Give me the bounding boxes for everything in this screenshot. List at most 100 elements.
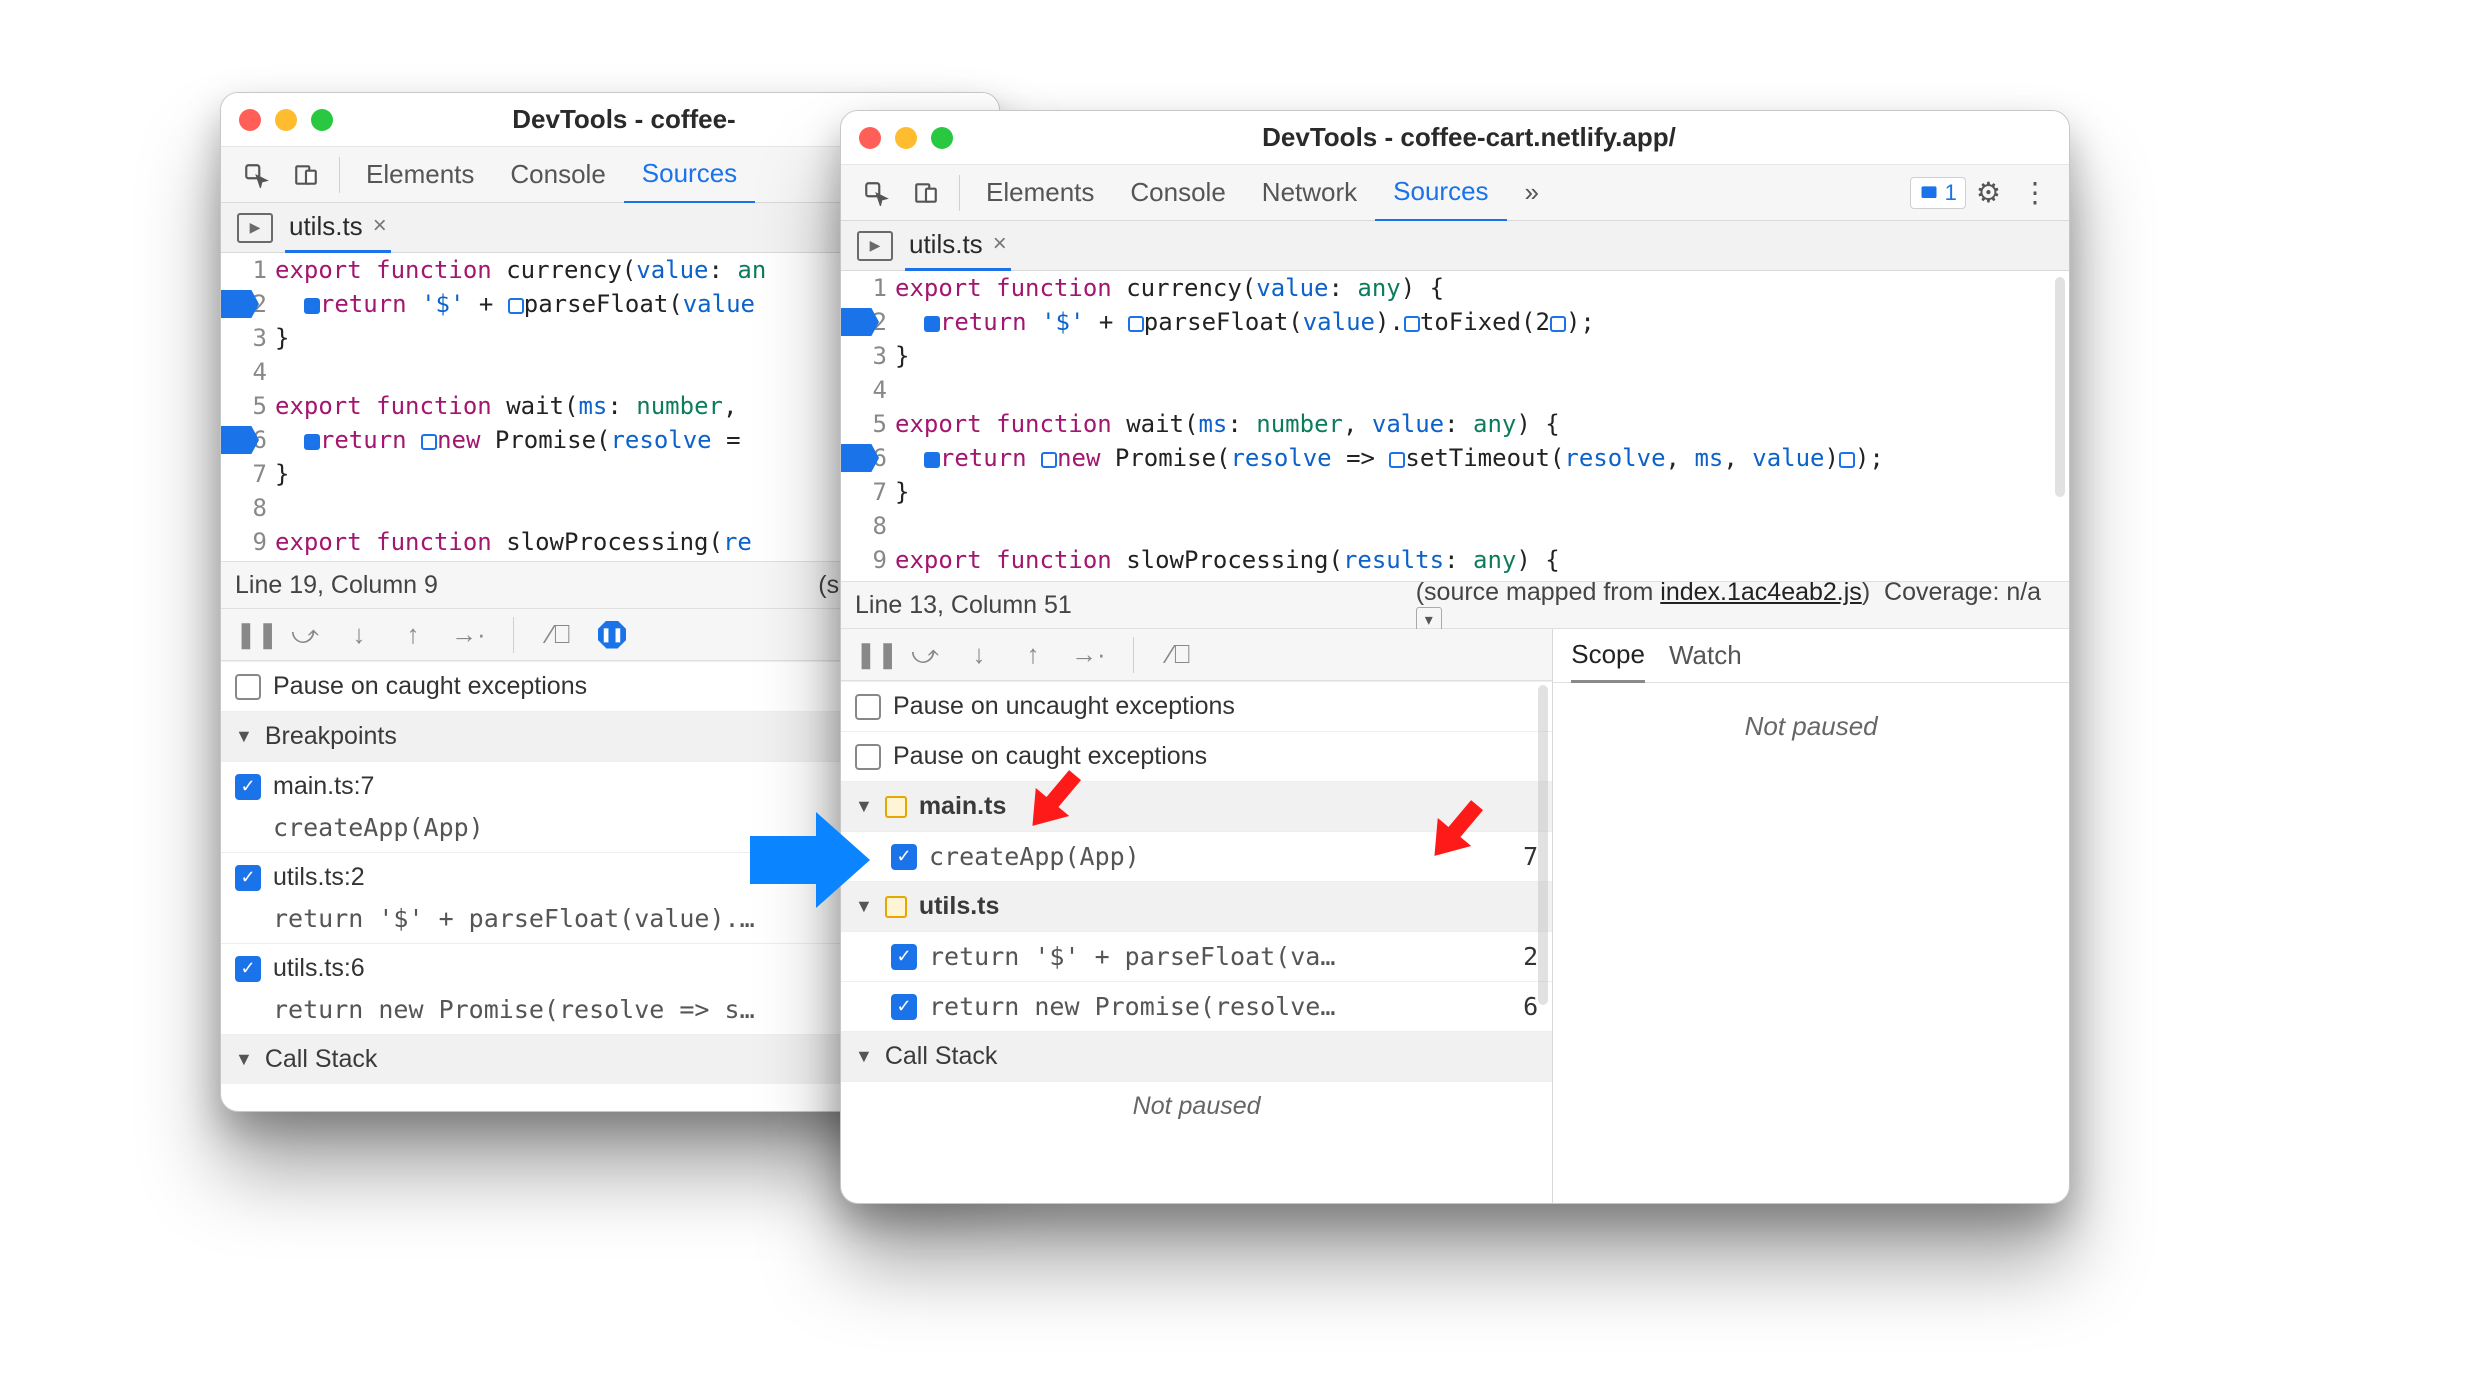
checkbox[interactable]: ✓ xyxy=(235,956,261,982)
breakpoint-flag[interactable] xyxy=(841,444,879,472)
titlebar: DevTools - coffee-cart.netlify.app/ xyxy=(841,111,2069,165)
pause-icon[interactable]: ❚❚ xyxy=(855,639,887,670)
more-menu-icon[interactable]: ⋮ xyxy=(2011,176,2059,209)
step-into-icon[interactable]: ↓ xyxy=(343,619,375,650)
editor-statusbar: Line 13, Column 51 (source mapped from i… xyxy=(841,581,2069,629)
file-tab-bar: ▶ utils.ts × xyxy=(841,221,2069,271)
line-number: 6 xyxy=(1523,992,1538,1021)
file-tab[interactable]: utils.ts × xyxy=(905,221,1011,271)
step-marker-icon xyxy=(1404,316,1420,332)
scope-empty: Not paused xyxy=(1553,683,2069,1203)
close-tab-icon[interactable]: × xyxy=(993,230,1007,258)
pause-caught-label: Pause on caught exceptions xyxy=(273,672,587,701)
tab-watch[interactable]: Watch xyxy=(1669,640,1742,671)
tab-scope[interactable]: Scope xyxy=(1571,629,1645,683)
inspect-icon[interactable] xyxy=(231,155,281,195)
step-marker-icon xyxy=(508,298,524,314)
sourcemap-info: (source mapped from index.1ac4eab2.js) C… xyxy=(1416,578,2055,633)
breakpoint-group-header[interactable]: ▼ utils.ts xyxy=(841,881,1552,931)
breakpoint-flag[interactable] xyxy=(221,426,259,454)
file-tab-label: utils.ts xyxy=(289,211,363,242)
callstack-empty: Not paused xyxy=(841,1081,1552,1131)
step-into-icon[interactable]: ↓ xyxy=(963,639,995,670)
tab-console[interactable]: Console xyxy=(492,147,623,202)
window-title: DevTools - coffee- xyxy=(333,104,915,135)
tab-sources[interactable]: Sources xyxy=(624,146,755,204)
issues-badge[interactable]: 1 xyxy=(1910,177,1966,209)
pause-caught-row[interactable]: Pause on caught exceptions xyxy=(841,731,1552,781)
deactivate-breakpoints-icon[interactable]: ⁄⃠ xyxy=(1164,639,1196,670)
step-out-icon[interactable]: ↑ xyxy=(397,619,429,650)
tab-sources[interactable]: Sources xyxy=(1375,164,1506,222)
annotation-arrow-blue xyxy=(750,800,870,920)
inspect-icon[interactable] xyxy=(851,173,901,213)
checkbox[interactable]: ✓ xyxy=(891,994,917,1020)
devtools-window-right: DevTools - coffee-cart.netlify.app/ Elem… xyxy=(840,110,2070,1204)
code-content: export function currency(value: any) { r… xyxy=(895,271,2063,577)
checkbox[interactable]: ✓ xyxy=(891,844,917,870)
scrollbar[interactable] xyxy=(1538,685,1548,1005)
snippets-icon[interactable]: ▶ xyxy=(237,213,273,243)
minimize-icon[interactable] xyxy=(275,109,297,131)
tab-overflow[interactable]: » xyxy=(1507,165,1557,220)
file-tab-label: utils.ts xyxy=(909,229,983,260)
tab-elements[interactable]: Elements xyxy=(968,165,1112,220)
scope-watch-tabs: Scope Watch xyxy=(1553,629,2069,683)
breakpoint-flag[interactable] xyxy=(841,308,879,336)
device-toggle-icon[interactable] xyxy=(901,173,951,213)
minimize-icon[interactable] xyxy=(895,127,917,149)
deactivate-breakpoints-icon[interactable]: ⁄⃠ xyxy=(544,619,576,650)
settings-icon[interactable]: ⚙ xyxy=(1966,176,2011,209)
line-number: 7 xyxy=(1523,842,1538,871)
step-out-icon[interactable]: ↑ xyxy=(1017,639,1049,670)
pause-on-exceptions-icon[interactable]: ❚❚ xyxy=(598,621,626,649)
main-tabs: Elements Console Network Sources » 1 ⚙ ⋮ xyxy=(841,165,2069,221)
file-icon xyxy=(885,796,907,818)
callstack-header[interactable]: ▼Call Stack xyxy=(841,1031,1552,1081)
window-title: DevTools - coffee-cart.netlify.app/ xyxy=(953,122,1985,153)
sourcemap-link[interactable]: index.1ac4eab2.js xyxy=(1660,578,1862,606)
checkbox[interactable]: ✓ xyxy=(235,865,261,891)
zoom-icon[interactable] xyxy=(931,127,953,149)
step-marker-icon xyxy=(304,434,320,450)
device-toggle-icon[interactable] xyxy=(281,155,331,195)
step-marker-icon xyxy=(1550,316,1566,332)
breakpoint-item[interactable]: ✓ return '$' + parseFloat(va… 2 xyxy=(841,931,1552,981)
step-marker-icon xyxy=(924,316,940,332)
cursor-position: Line 19, Column 9 xyxy=(235,571,438,600)
checkbox[interactable]: ✓ xyxy=(235,774,261,800)
step-icon[interactable]: →· xyxy=(1071,639,1103,670)
step-over-icon[interactable]: ⤻ xyxy=(289,619,321,651)
debugger-left-pane: ❚❚ ⤻ ↓ ↑ →· ⁄⃠ Pause on uncaught excepti… xyxy=(841,629,1553,1203)
debugger-controls: ❚❚ ⤻ ↓ ↑ →· ⁄⃠ xyxy=(841,629,1552,681)
checkbox[interactable]: ✓ xyxy=(891,944,917,970)
file-tab[interactable]: utils.ts × xyxy=(285,203,391,253)
checkbox[interactable] xyxy=(855,694,881,720)
step-over-icon[interactable]: ⤻ xyxy=(909,639,941,671)
checkbox[interactable] xyxy=(855,744,881,770)
checkbox[interactable] xyxy=(235,674,261,700)
tab-elements[interactable]: Elements xyxy=(348,147,492,202)
close-tab-icon[interactable]: × xyxy=(373,212,387,240)
close-icon[interactable] xyxy=(859,127,881,149)
pause-uncaught-row[interactable]: Pause on uncaught exceptions xyxy=(841,681,1552,731)
step-marker-icon xyxy=(421,434,437,450)
tab-console[interactable]: Console xyxy=(1112,165,1243,220)
pause-icon[interactable]: ❚❚ xyxy=(235,619,267,650)
step-marker-icon xyxy=(1389,452,1405,468)
code-editor: 123456789 export function currency(value… xyxy=(841,271,2069,581)
step-icon[interactable]: →· xyxy=(451,619,483,650)
step-marker-icon xyxy=(304,298,320,314)
tab-network[interactable]: Network xyxy=(1244,165,1375,220)
step-marker-icon xyxy=(1128,316,1144,332)
zoom-icon[interactable] xyxy=(311,109,333,131)
breakpoint-flag[interactable] xyxy=(221,290,259,318)
annotation-arrow-red xyxy=(1418,790,1496,868)
close-icon[interactable] xyxy=(239,109,261,131)
step-marker-icon xyxy=(1041,452,1057,468)
breakpoint-item[interactable]: ✓ return new Promise(resolve… 6 xyxy=(841,981,1552,1031)
cursor-position: Line 13, Column 51 xyxy=(855,591,1072,620)
file-icon xyxy=(885,896,907,918)
snippets-icon[interactable]: ▶ xyxy=(857,231,893,261)
coverage-label: Coverage: n/a xyxy=(1884,578,2041,606)
